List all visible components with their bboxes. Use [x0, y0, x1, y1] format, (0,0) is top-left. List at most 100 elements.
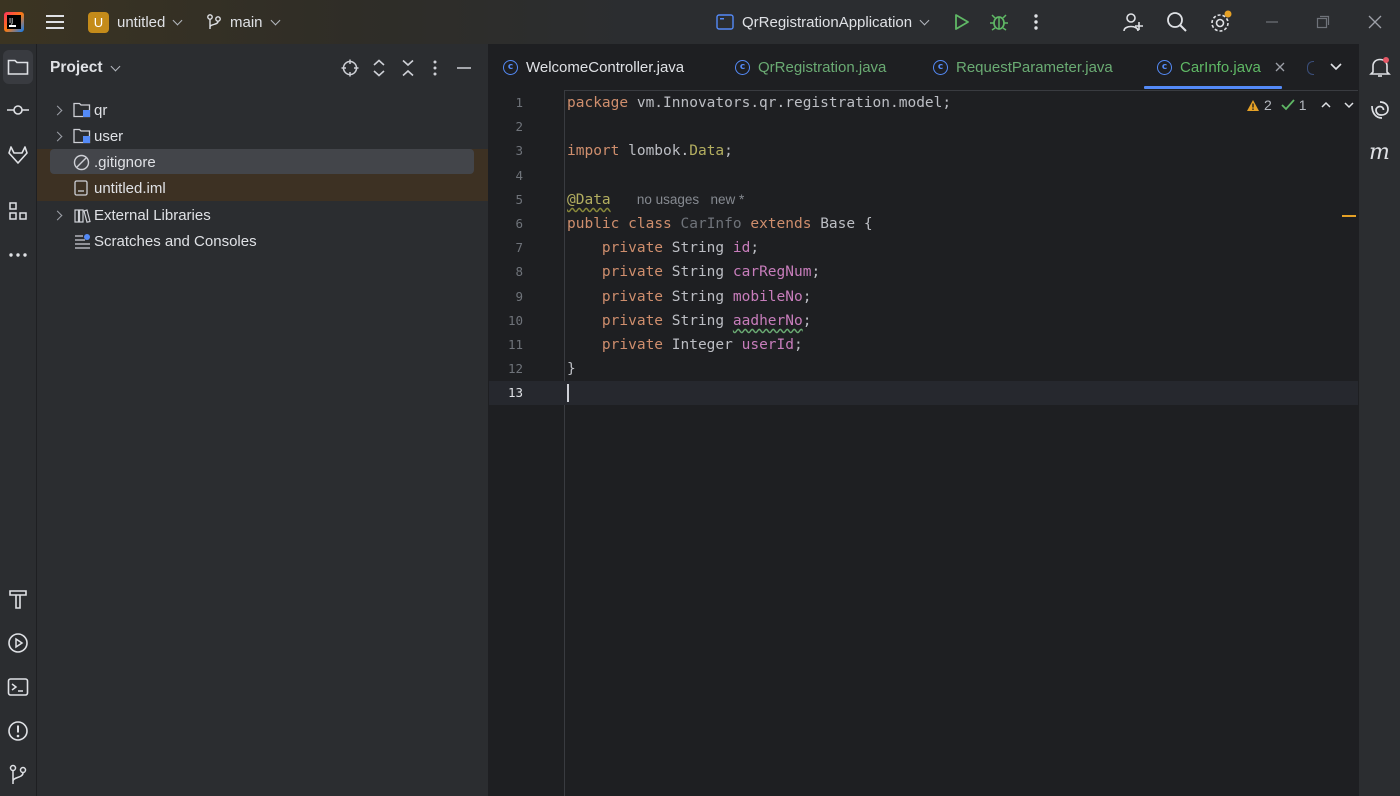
- tree-item-qr[interactable]: qr: [37, 97, 488, 123]
- tab-qr-registration[interactable]: c QrRegistration.java: [735, 44, 886, 90]
- tab-request-parameter[interactable]: c RequestParameter.java: [933, 44, 1113, 90]
- gitlab-tool-button[interactable]: [0, 137, 36, 173]
- field-type: String: [671, 289, 725, 305]
- warning-icon: [1247, 99, 1259, 111]
- author-hint[interactable]: new *: [710, 192, 744, 207]
- keyword: private: [601, 240, 664, 256]
- keyword: public: [567, 216, 620, 232]
- problems-tool-button[interactable]: [0, 713, 36, 749]
- code-line-9[interactable]: private String mobileNo;: [567, 285, 812, 309]
- keyword: private: [601, 264, 664, 280]
- terminal-tool-button[interactable]: [0, 669, 36, 705]
- keyword: class: [628, 216, 672, 232]
- code-line-1[interactable]: package vm.Innovators.qr.registration.mo…: [567, 91, 951, 115]
- chevron-down-icon: [172, 15, 183, 25]
- notifications-bell-icon[interactable]: [1369, 56, 1391, 83]
- code-line-12[interactable]: }: [567, 357, 576, 381]
- previous-highlight-icon[interactable]: [1321, 101, 1331, 109]
- project-tool-button[interactable]: [3, 50, 33, 84]
- commit-tool-button[interactable]: [0, 92, 36, 128]
- restore-window-icon[interactable]: [1316, 0, 1330, 44]
- tree-item-untitled-iml[interactable]: untitled.iml: [37, 175, 488, 201]
- structure-tool-button[interactable]: [0, 193, 36, 229]
- expand-all-icon[interactable]: [371, 59, 387, 82]
- closing-brace: }: [567, 361, 576, 377]
- more-tools-icon[interactable]: [0, 237, 36, 273]
- maven-icon[interactable]: m: [1369, 140, 1393, 166]
- code-line-6[interactable]: public class CarInfo extends Base {: [567, 212, 873, 236]
- more-actions-icon[interactable]: [1030, 0, 1042, 44]
- tree-item-user[interactable]: user: [37, 123, 488, 149]
- code-line-7[interactable]: private String id;: [567, 236, 759, 260]
- ok-count: 1: [1298, 97, 1307, 113]
- project-view-selector[interactable]: Project: [50, 44, 121, 92]
- minimize-window-icon[interactable]: [1265, 0, 1279, 44]
- field-name: userId: [741, 337, 794, 353]
- run-config-selector[interactable]: QrRegistrationApplication: [716, 0, 930, 44]
- gitlab-icon: [8, 146, 28, 164]
- file-icon: [74, 180, 88, 196]
- field-name: id: [732, 240, 751, 256]
- tree-item-label: Scratches and Consoles: [94, 232, 257, 250]
- run-button[interactable]: [952, 0, 970, 44]
- hide-panel-icon[interactable]: [456, 59, 472, 82]
- git-tool-button[interactable]: [0, 757, 36, 793]
- code-line-10[interactable]: private String aadherNo;: [567, 309, 812, 333]
- active-tab-indicator: [1144, 86, 1282, 89]
- commit-icon: [7, 105, 29, 115]
- scratches-icon: [75, 234, 90, 249]
- keyword: extends: [750, 216, 812, 232]
- line-number: 3: [515, 143, 523, 158]
- ai-assistant-icon[interactable]: [1370, 100, 1390, 125]
- project-switcher[interactable]: U untitled: [88, 0, 183, 44]
- code-line-11[interactable]: private Integer userId;: [567, 333, 803, 357]
- keyword: package: [567, 95, 629, 111]
- build-tool-button[interactable]: [0, 581, 36, 617]
- search-icon[interactable]: [1166, 0, 1188, 44]
- tab-label: RequestParameter.java: [956, 58, 1113, 76]
- tab-welcome-controller[interactable]: c WelcomeController.java: [503, 44, 684, 90]
- warning-stripe-marker[interactable]: [1342, 215, 1356, 217]
- settings-gear-icon[interactable]: [1209, 0, 1233, 44]
- locate-file-icon[interactable]: [341, 59, 359, 82]
- line-number: 9: [515, 289, 523, 304]
- tab-list-dropdown[interactable]: [1330, 44, 1342, 90]
- line-number: 7: [515, 240, 523, 255]
- field-type: String: [671, 264, 725, 280]
- chevron-right-icon: [52, 131, 63, 141]
- branch-switcher[interactable]: main: [206, 0, 280, 44]
- line-number: 11: [507, 337, 523, 352]
- add-user-icon[interactable]: [1122, 0, 1144, 44]
- inspection-widget[interactable]: 2 1: [1246, 96, 1354, 114]
- checkmark-icon: [1281, 99, 1295, 111]
- tab-carinfo-active[interactable]: c CarInfo.java: [1157, 44, 1285, 90]
- tree-item-gitignore[interactable]: .gitignore: [37, 149, 488, 175]
- app-logo-icon[interactable]: IJ: [4, 0, 24, 44]
- field-name: mobileNo: [732, 289, 803, 305]
- debug-button[interactable]: [989, 0, 1009, 44]
- collapse-all-icon[interactable]: [400, 59, 416, 82]
- class-name: CarInfo: [680, 216, 742, 232]
- java-class-icon: c: [503, 59, 518, 75]
- main-menu-icon[interactable]: [44, 0, 66, 44]
- services-tool-button[interactable]: [0, 625, 36, 661]
- tab-label: WelcomeController.java: [526, 58, 685, 76]
- code-line-3[interactable]: import lombok.Data;: [567, 139, 733, 163]
- left-tool-strip: [0, 44, 37, 796]
- close-window-icon[interactable]: [1368, 0, 1382, 44]
- code-line-8[interactable]: private String carRegNum;: [567, 260, 820, 284]
- line-number: 1: [515, 95, 523, 110]
- tree-item-external-libraries[interactable]: External Libraries: [37, 202, 488, 228]
- keyword: private: [601, 337, 664, 353]
- tab-label: CarInfo.java: [1180, 58, 1261, 76]
- branch-name: main: [230, 13, 263, 31]
- next-highlight-icon[interactable]: [1344, 101, 1354, 109]
- annotation: @Data: [567, 192, 611, 208]
- close-tab-icon[interactable]: [1275, 62, 1285, 72]
- usages-hint[interactable]: no usages: [637, 192, 699, 207]
- code-line-5[interactable]: @Data no usages new *: [567, 188, 744, 212]
- tree-item-label: qr: [94, 101, 108, 119]
- keyword: private: [601, 313, 664, 329]
- panel-options-icon[interactable]: [430, 59, 440, 82]
- tree-item-scratches[interactable]: Scratches and Consoles: [37, 228, 488, 254]
